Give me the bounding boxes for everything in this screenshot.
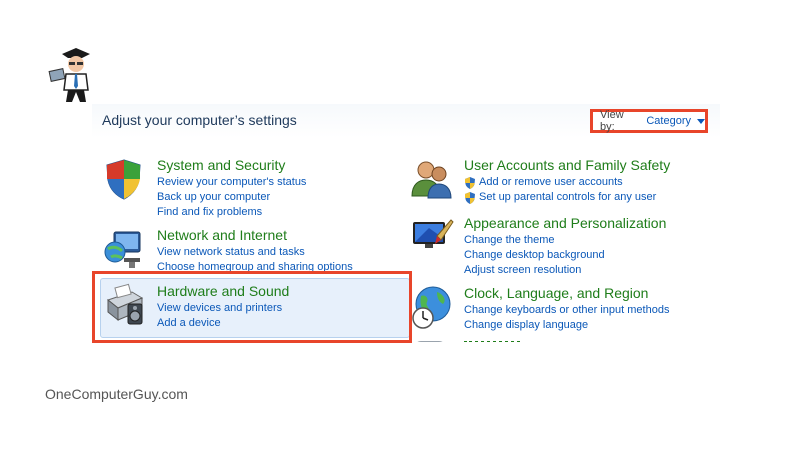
category-title[interactable]: Network and Internet (157, 226, 417, 245)
link-change-theme[interactable]: Change the theme (464, 233, 720, 248)
link-display-language[interactable]: Change display language (464, 318, 720, 333)
link-back-up[interactable]: Back up your computer (157, 190, 417, 205)
link-network-status[interactable]: View network status and tasks (157, 245, 417, 260)
uac-shield-icon (465, 176, 475, 189)
network-globe-icon (104, 231, 141, 268)
partial-icon (414, 341, 446, 342)
link-change-keyboards[interactable]: Change keyboards or other input methods (464, 303, 720, 318)
category-title[interactable]: Clock, Language, and Region (464, 284, 720, 303)
link-review-status[interactable]: Review your computer's status (157, 175, 417, 190)
category-title[interactable]: System and Security (157, 156, 417, 175)
users-icon (411, 161, 452, 199)
page-title: Adjust your computer’s settings (102, 112, 297, 128)
view-by-label: View by: (600, 109, 624, 133)
category-title[interactable]: User Accounts and Family Safety (464, 156, 720, 175)
link-text[interactable]: Set up parental controls for any user (479, 190, 656, 205)
site-logo-character-icon (48, 48, 90, 102)
uac-shield-icon (465, 191, 475, 204)
view-by-dropdown[interactable]: Category (646, 115, 691, 127)
highlight-annotation-box (92, 271, 412, 343)
category-title[interactable]: Appearance and Personalization (464, 214, 720, 233)
view-by-control[interactable]: View by: Category (590, 109, 708, 133)
link-find-fix[interactable]: Find and fix problems (157, 205, 417, 220)
link-add-remove-users[interactable]: Add or remove user accounts (464, 175, 720, 190)
watermark: OneComputerGuy.com (45, 386, 188, 402)
monitor-paint-icon (413, 219, 454, 248)
link-parental-controls[interactable]: Set up parental controls for any user (464, 190, 720, 205)
link-text[interactable]: Add or remove user accounts (479, 175, 623, 190)
globe-clock-icon (412, 286, 451, 329)
partial-title (464, 341, 524, 342)
link-desktop-background[interactable]: Change desktop background (464, 248, 720, 263)
shield-security-icon (106, 159, 141, 200)
link-screen-resolution[interactable]: Adjust screen resolution (464, 263, 720, 278)
chevron-down-icon[interactable] (697, 119, 705, 124)
